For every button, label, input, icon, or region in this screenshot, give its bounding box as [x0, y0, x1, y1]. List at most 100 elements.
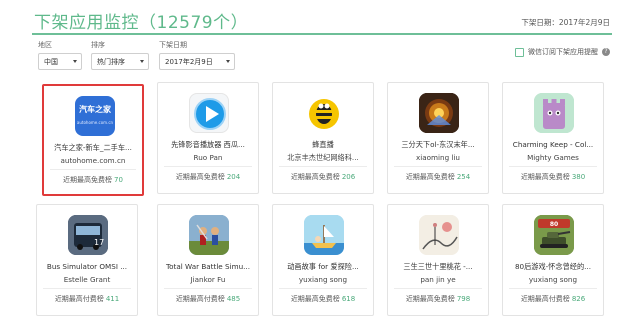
autohome-icon-text: 汽车之家 — [79, 105, 111, 114]
app-name: Charming Keep - Col... — [512, 140, 594, 149]
subscribe-checkbox[interactable] — [515, 47, 524, 57]
rank-label: 近期最高免费榜 — [290, 173, 340, 181]
app-name: Total War Battle Simu... — [165, 262, 250, 271]
date-select[interactable]: 2017年2月9日 — [159, 53, 235, 70]
autohome-icon-subtext: autohome.com.cn — [76, 120, 114, 125]
sort-filter: 排序 热门排序 — [91, 40, 149, 70]
date-select-value: 2017年2月9日 — [165, 58, 213, 66]
tank-game-icon: 80 — [534, 215, 574, 255]
card-divider — [509, 166, 597, 167]
battle-soldiers-icon — [189, 215, 229, 255]
castle-character-icon — [534, 93, 574, 133]
svg-text:17: 17 — [94, 238, 104, 247]
app-name: 三生三世十里桃花 -... — [403, 262, 473, 271]
rank-label: 近期最高免费榜 — [63, 176, 113, 184]
card-divider — [164, 166, 252, 167]
rank-label: 近期最高免费榜 — [290, 295, 340, 303]
date-filter-label: 下架日期 — [159, 41, 187, 49]
app-card[interactable]: 动画故事 for 爱探险... yuxiang song 近期最高免费榜 618 — [272, 204, 374, 316]
rank-number: 618 — [341, 295, 356, 303]
autohome-icon: 汽车之家 autohome.com.cn — [75, 96, 115, 136]
app-card[interactable]: 80 80后游戏-怀念曾经的... yuxiang song 近期最高付费榜 82… — [502, 204, 604, 316]
svg-text:80: 80 — [550, 221, 558, 228]
app-rank: 近期最高免费榜 380 — [503, 172, 603, 182]
three-kingdoms-game-icon — [419, 93, 459, 133]
app-developer: Estelle Grant — [63, 275, 111, 284]
app-developer: Ruo Pan — [193, 153, 223, 162]
app-rank: 近期最高免费榜 798 — [388, 294, 488, 304]
app-name: 三分天下ol-东汉末年... — [401, 140, 475, 149]
play-button-icon — [189, 93, 229, 133]
subscribe-label: 微信订阅下架应用提醒 — [528, 48, 598, 56]
card-divider — [279, 166, 367, 167]
app-card[interactable]: 先锋影音播放器 西瓜... Ruo Pan 近期最高免费榜 204 — [157, 82, 259, 194]
wechat-subscribe[interactable]: 微信订阅下架应用提醒 ? — [515, 47, 610, 57]
ink-painting-icon — [419, 215, 459, 255]
app-name: 动画故事 for 爱探险... — [287, 262, 359, 271]
app-developer: 北京丰杰世纪网络科... — [287, 153, 359, 162]
app-name: 汽车之家-新车_二手车... — [54, 143, 132, 152]
app-rank: 近期最高免费榜 204 — [158, 172, 258, 182]
card-divider — [279, 288, 367, 289]
rank-label: 近期最高免费榜 — [405, 295, 455, 303]
sort-select-value: 热门排序 — [97, 58, 125, 66]
chevron-down-icon — [73, 60, 77, 63]
app-card[interactable]: 汽车之家 autohome.com.cn 汽车之家-新车_二手车... auto… — [42, 84, 144, 196]
app-developer: autohome.com.cn — [60, 156, 126, 165]
app-name: Bus Simulator OMSI ... — [46, 262, 128, 271]
date-filter: 下架日期 2017年2月9日 — [159, 40, 235, 70]
rank-number: 485 — [226, 295, 241, 303]
sort-select[interactable]: 热门排序 — [91, 53, 149, 70]
app-name: 先锋影音播放器 西瓜... — [171, 140, 245, 149]
app-card[interactable]: 蜂直播 北京丰杰世纪网络科... 近期最高免费榜 206 — [272, 82, 374, 194]
app-rank: 近期最高免费榜 254 — [388, 172, 488, 182]
page-title: 下架应用监控（12579个） — [34, 13, 249, 33]
chevron-down-icon — [140, 60, 144, 63]
rank-label: 近期最高付费榜 — [54, 295, 104, 303]
app-rank: 近期最高免费榜 206 — [273, 172, 373, 182]
rank-number: 206 — [341, 173, 356, 181]
page-header: 下架应用监控（12579个） 下架日期：2017年2月9日 — [0, 0, 640, 36]
region-select[interactable]: 中国 — [38, 53, 82, 70]
rank-number: 798 — [456, 295, 471, 303]
help-icon[interactable]: ? — [602, 48, 610, 56]
chevron-down-icon — [226, 60, 230, 63]
header-divider — [32, 33, 612, 35]
sort-filter-label: 排序 — [91, 41, 105, 49]
card-divider — [394, 166, 482, 167]
app-developer: yuxiang song — [298, 275, 348, 284]
rank-label: 近期最高免费榜 — [175, 173, 225, 181]
app-developer: pan jin ye — [420, 275, 456, 284]
removal-date-label: 下架日期：2017年2月9日 — [521, 18, 610, 27]
rank-number: 204 — [226, 173, 241, 181]
app-name: 蜂直播 — [312, 140, 334, 149]
rank-number: 411 — [105, 295, 120, 303]
cartoon-boat-icon — [304, 215, 344, 255]
rank-label: 近期最高付费榜 — [520, 295, 570, 303]
app-rank: 近期最高付费榜 826 — [503, 294, 603, 304]
app-name: 80后游戏-怀念曾经的... — [514, 262, 592, 271]
app-developer: xiaoming liu — [415, 153, 460, 162]
app-card[interactable]: Total War Battle Simu... Jiankor Fu 近期最高… — [157, 204, 259, 316]
rank-label: 近期最高免费榜 — [520, 173, 570, 181]
app-card[interactable]: Charming Keep - Col... Mighty Games 近期最高… — [502, 82, 604, 194]
card-divider — [394, 288, 482, 289]
card-divider — [509, 288, 597, 289]
app-card[interactable]: 三分天下ol-东汉末年... xiaoming liu 近期最高免费榜 254 — [387, 82, 489, 194]
app-rank: 近期最高付费榜 485 — [158, 294, 258, 304]
rank-number: 254 — [456, 173, 471, 181]
rank-label: 近期最高免费榜 — [405, 173, 455, 181]
app-developer: Jiankor Fu — [190, 275, 226, 284]
app-rank: 近期最高免费榜 70 — [44, 175, 142, 185]
bus-icon: 17 — [68, 215, 108, 255]
app-rank: 近期最高付费榜 411 — [37, 294, 137, 304]
region-select-value: 中国 — [44, 58, 58, 66]
region-filter-label: 地区 — [38, 41, 52, 49]
card-divider — [50, 169, 136, 170]
bee-icon — [304, 93, 344, 133]
rank-number: 826 — [571, 295, 586, 303]
app-developer: yuxiang song — [528, 275, 578, 284]
app-card[interactable]: 三生三世十里桃花 -... pan jin ye 近期最高免费榜 798 — [387, 204, 489, 316]
app-card[interactable]: 17 Bus Simulator OMSI ... Estelle Grant … — [36, 204, 138, 316]
rank-label: 近期最高付费榜 — [175, 295, 225, 303]
